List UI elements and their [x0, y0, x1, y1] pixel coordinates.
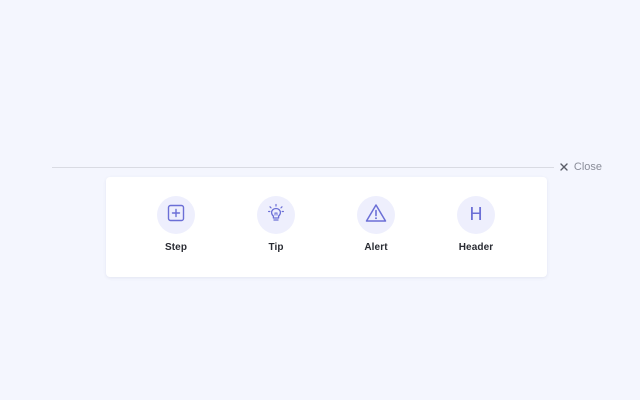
- close-button[interactable]: Close: [560, 161, 612, 173]
- close-icon: [560, 163, 568, 171]
- block-type-card: Step Tip Alert H Header: [106, 177, 547, 277]
- step-block-button[interactable]: Step: [136, 196, 216, 253]
- alert-block-button[interactable]: Alert: [336, 196, 416, 253]
- divider: [52, 166, 554, 168]
- warning-triangle-icon: [365, 203, 387, 228]
- header-label: Header: [458, 242, 494, 253]
- panel-top-bar: Close: [52, 158, 612, 176]
- lightbulb-icon: [266, 203, 286, 228]
- step-icon-circle: [157, 196, 195, 234]
- step-label: Step: [164, 242, 188, 253]
- tip-block-button[interactable]: Tip: [236, 196, 316, 253]
- tip-label: Tip: [268, 242, 284, 253]
- heading-icon: H: [469, 204, 483, 225]
- alert-label: Alert: [364, 242, 388, 253]
- plus-square-icon: [167, 204, 185, 227]
- alert-icon-circle: [357, 196, 395, 234]
- tip-icon-circle: [257, 196, 295, 234]
- insert-block-panel: Close Step Tip Alert H Header: [0, 0, 640, 400]
- header-icon-circle: H: [457, 196, 495, 234]
- close-label: Close: [573, 161, 602, 173]
- header-block-button[interactable]: H Header: [436, 196, 516, 253]
